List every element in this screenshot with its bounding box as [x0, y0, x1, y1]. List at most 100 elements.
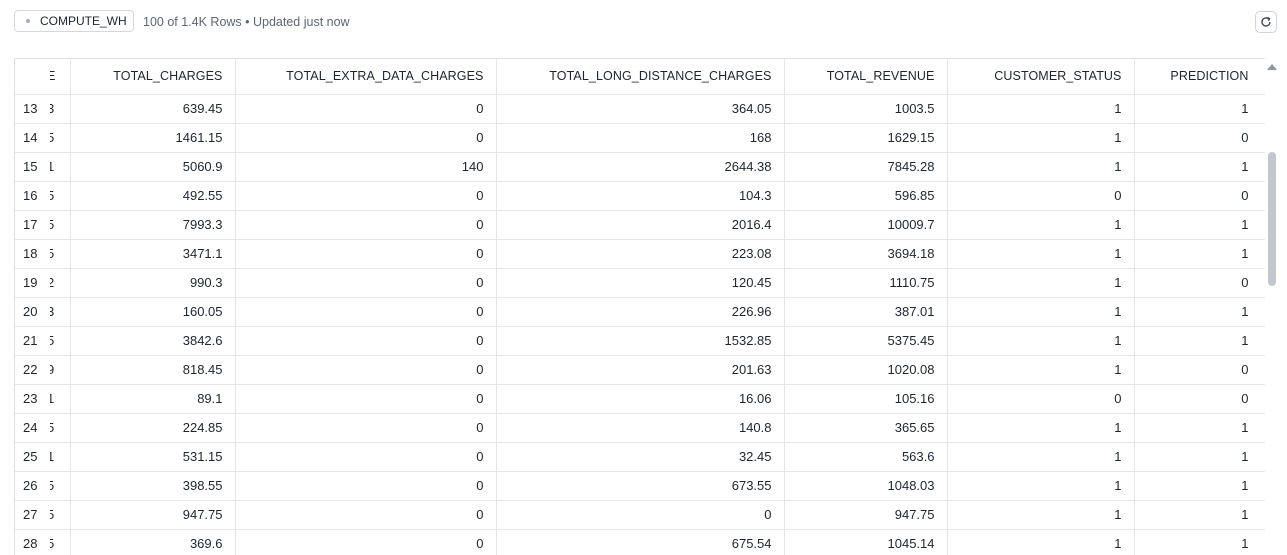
table-cell[interactable]: 1 [1134, 326, 1265, 356]
table-cell[interactable]: 675.54 [496, 529, 785, 555]
table-cell[interactable]: 5 [50, 471, 71, 501]
table-cell[interactable]: 0 [235, 326, 497, 356]
table-cell[interactable]: 10009.7 [784, 210, 948, 240]
table-cell[interactable]: 120.45 [496, 268, 785, 298]
table-row[interactable]: 2153842.601532.855375.4511 [15, 326, 1265, 356]
col-total-extra-data-charges-header[interactable]: TOTAL_EXTRA_DATA_CHARGES [235, 59, 497, 95]
table-cell[interactable]: 1020.08 [784, 355, 948, 385]
table-cell[interactable]: 1532.85 [496, 326, 785, 356]
scroll-up-arrow-icon[interactable] [1267, 64, 1277, 70]
table-cell[interactable]: 7845.28 [784, 152, 948, 182]
table-cell[interactable]: 0 [947, 181, 1135, 211]
table-cell[interactable]: 0 [235, 355, 497, 385]
table-cell[interactable]: 1 [1134, 442, 1265, 472]
table-cell[interactable]: 1048.03 [784, 471, 948, 501]
scrollbar-thumb[interactable] [1268, 152, 1276, 286]
table-cell[interactable]: 0 [235, 123, 497, 153]
table-cell[interactable]: 105.16 [784, 384, 948, 414]
table-cell[interactable]: 140 [235, 152, 497, 182]
table-row[interactable]: 265398.550673.551048.0311 [15, 471, 1265, 501]
table-row[interactable]: 192990.30120.451110.7510 [15, 268, 1265, 298]
col-prediction-header[interactable]: PREDICTION [1134, 59, 1265, 95]
table-cell[interactable]: 947.75 [784, 500, 948, 530]
table-cell[interactable]: 398.55 [70, 471, 236, 501]
table-cell[interactable]: 1 [1134, 152, 1265, 182]
col-partial-e-header[interactable]: E [50, 59, 71, 95]
table-cell[interactable]: 1 [947, 297, 1135, 327]
table-cell[interactable]: 0 [235, 210, 497, 240]
col-total-charges-header[interactable]: TOTAL_CHARGES [70, 59, 236, 95]
table-row[interactable]: 275947.7500947.7511 [15, 500, 1265, 530]
table-cell[interactable]: 1 [947, 471, 1135, 501]
col-customer-status-header[interactable]: CUSTOMER_STATUS [947, 59, 1135, 95]
table-row[interactable]: 245224.850140.8365.6511 [15, 413, 1265, 443]
table-cell[interactable]: 5 [50, 500, 71, 530]
vertical-scrollbar[interactable] [1265, 58, 1279, 555]
table-cell[interactable]: 1 [1134, 94, 1265, 124]
table-cell[interactable]: 224.85 [70, 413, 236, 443]
table-cell[interactable]: 0 [235, 268, 497, 298]
table-cell[interactable]: 5 [50, 413, 71, 443]
table-cell[interactable]: 1 [1134, 210, 1265, 240]
table-cell[interactable]: 1 [947, 123, 1135, 153]
table-cell[interactable]: 1003.5 [784, 94, 948, 124]
col-total-long-distance-charges-header[interactable]: TOTAL_LONG_DISTANCE_CHARGES [496, 59, 785, 95]
table-cell[interactable]: 1 [1134, 471, 1265, 501]
table-cell[interactable]: 0 [1134, 123, 1265, 153]
table-cell[interactable]: 16.06 [496, 384, 785, 414]
table-cell[interactable]: 1 [947, 152, 1135, 182]
table-cell[interactable]: 0 [235, 500, 497, 530]
table-cell[interactable]: 89.1 [70, 384, 236, 414]
table-cell[interactable]: 0 [1134, 355, 1265, 385]
table-cell[interactable]: 5 [50, 326, 71, 356]
table-cell[interactable]: 1 [947, 529, 1135, 555]
table-cell[interactable]: 0 [235, 471, 497, 501]
table-cell[interactable]: 563.6 [784, 442, 948, 472]
table-cell[interactable]: 0 [235, 297, 497, 327]
table-cell[interactable]: 0 [235, 94, 497, 124]
table-cell[interactable]: 818.45 [70, 355, 236, 385]
table-cell[interactable]: 3 [50, 94, 71, 124]
table-cell[interactable]: 1 [947, 239, 1135, 269]
table-cell[interactable]: 5 [50, 181, 71, 211]
table-cell[interactable]: 1 [1134, 413, 1265, 443]
table-cell[interactable]: 1 [1134, 529, 1265, 555]
table-cell[interactable]: 365.65 [784, 413, 948, 443]
table-cell[interactable]: 0 [235, 181, 497, 211]
table-cell[interactable]: 1 [50, 152, 71, 182]
table-cell[interactable]: 387.01 [784, 297, 948, 327]
refresh-button[interactable] [1255, 11, 1277, 33]
table-cell[interactable]: 140.8 [496, 413, 785, 443]
table-cell[interactable]: 1 [947, 326, 1135, 356]
table-row[interactable]: 1451461.1501681629.1510 [15, 123, 1265, 153]
table-cell[interactable]: 5375.45 [784, 326, 948, 356]
table-cell[interactable]: 9 [50, 355, 71, 385]
table-cell[interactable]: 1 [947, 94, 1135, 124]
table-cell[interactable]: 5 [50, 529, 71, 555]
table-cell[interactable]: 1629.15 [784, 123, 948, 153]
table-cell[interactable]: 201.63 [496, 355, 785, 385]
table-cell[interactable]: 1 [947, 500, 1135, 530]
table-cell[interactable]: 1 [947, 268, 1135, 298]
table-cell[interactable]: 2644.38 [496, 152, 785, 182]
col-total-revenue-header[interactable]: TOTAL_REVENUE [784, 59, 948, 95]
table-cell[interactable]: 1 [1134, 297, 1265, 327]
table-row[interactable]: 1757993.302016.410009.711 [15, 210, 1265, 240]
table-cell[interactable]: 673.55 [496, 471, 785, 501]
table-cell[interactable]: 1 [1134, 239, 1265, 269]
table-cell[interactable]: 531.15 [70, 442, 236, 472]
table-cell[interactable]: 1 [50, 384, 71, 414]
table-cell[interactable]: 1 [50, 442, 71, 472]
table-cell[interactable]: 5 [50, 210, 71, 240]
table-cell[interactable]: 5 [50, 123, 71, 153]
table-cell[interactable]: 596.85 [784, 181, 948, 211]
table-cell[interactable]: 364.05 [496, 94, 785, 124]
table-cell[interactable]: 0 [1134, 268, 1265, 298]
table-cell[interactable]: 0 [1134, 181, 1265, 211]
table-cell[interactable]: 3842.6 [70, 326, 236, 356]
table-cell[interactable]: 1 [947, 210, 1135, 240]
table-cell[interactable]: 7993.3 [70, 210, 236, 240]
table-cell[interactable]: 1110.75 [784, 268, 948, 298]
table-cell[interactable]: 168 [496, 123, 785, 153]
table-row[interactable]: 133639.450364.051003.511 [15, 94, 1265, 124]
